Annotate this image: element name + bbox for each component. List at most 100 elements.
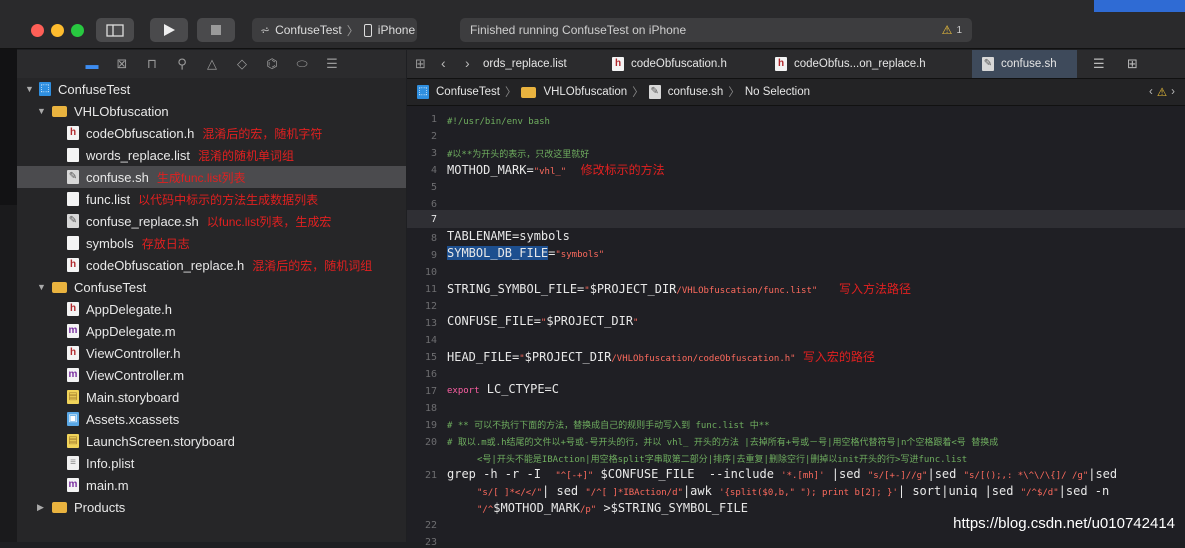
tag-icon[interactable]: ⬭ <box>287 56 317 72</box>
disclosure-open-icon[interactable]: ▼ <box>37 282 46 292</box>
stop-button[interactable] <box>197 18 235 42</box>
chevron-right-icon[interactable]: › <box>1171 86 1175 98</box>
zoom-window-button[interactable] <box>71 24 84 37</box>
folder-icon <box>52 105 67 117</box>
tree-item-file[interactable]: . func.list 以代码中标示的方法生成数据列表 <box>17 188 406 210</box>
code-line-wrapped: "s/[ ]*</</"| sed "/^[ ]*IBAction/d"|awk… <box>477 484 1109 498</box>
close-window-button[interactable] <box>31 24 44 37</box>
code-string: "s/[ ]*</</" <box>477 488 543 498</box>
breadcrumb-item[interactable]: ConfuseTest <box>436 86 500 98</box>
tree-item-group[interactable]: ▶ Products <box>17 496 406 518</box>
tab-label: codeObfuscation.h <box>631 58 727 70</box>
diamond-icon[interactable]: ◇ <box>227 56 257 72</box>
forward-icon[interactable]: › <box>465 55 470 71</box>
header-file-icon: h <box>612 57 624 71</box>
plist-icon: ≡ <box>67 456 79 470</box>
tree-item-file[interactable]: . words_replace.list 混淆的随机单词组 <box>17 144 406 166</box>
grid-icon[interactable]: ⊞ <box>415 56 426 72</box>
warning-icon[interactable]: ⚠ <box>942 23 953 37</box>
code-string: '{split($0,b," "); print b[2]; }' <box>719 488 898 498</box>
debug-icon[interactable]: ⌬ <box>257 56 287 72</box>
editor-options-icon[interactable]: ☰ <box>1093 56 1105 72</box>
x-square-icon[interactable]: ⊠ <box>107 56 137 72</box>
line-number: 10 <box>424 267 437 278</box>
tree-item-project[interactable]: ▼ ⬚ ConfuseTest <box>17 78 406 100</box>
tab-words-replace[interactable]: ords_replace.list <box>483 50 588 78</box>
line-number: 12 <box>424 301 437 312</box>
disclosure-open-icon[interactable]: ▼ <box>37 106 46 116</box>
code-string: "/^[ ]*IBAction/d" <box>585 488 683 498</box>
tree-item-file[interactable]: h codeObfuscation_replace.h 混淆后的宏，随机词组 <box>17 254 406 276</box>
tab-code-obfuscation-replace[interactable]: h codeObfus...on_replace.h <box>775 50 945 78</box>
warning-icon[interactable]: ⚠ <box>1157 85 1167 99</box>
list-icon[interactable]: ☰ <box>317 56 347 72</box>
code-keyword: export <box>447 386 480 396</box>
breadcrumb-item[interactable]: No Selection <box>745 86 810 98</box>
code-comment: <号|开头不能是IBAction|用空格split字串取第二部分|排序|去重复|… <box>477 455 968 465</box>
scheme-selector[interactable]: ⩫ ConfuseTest 〉 iPhone <box>252 18 417 42</box>
watermark: https://blog.csdn.net/u010742414 <box>953 515 1175 532</box>
iphone-icon <box>363 23 372 37</box>
run-button[interactable] <box>150 18 188 42</box>
tree-item-file[interactable]: m ViewController.m <box>17 364 406 386</box>
annotation-note: 修改标示的方法 <box>580 163 665 177</box>
toggle-navigator-button[interactable] <box>96 18 134 42</box>
activity-status: Finished running ConfuseTest on iPhone ⚠… <box>460 18 972 42</box>
tab-confuse-sh[interactable]: ✎ confuse.sh <box>972 50 1077 78</box>
code-text: |sed <box>1088 467 1118 481</box>
tree-item-file[interactable]: m main.m <box>17 474 406 496</box>
hierarchy-icon[interactable]: ⊓ <box>137 56 167 72</box>
xcode-project-icon: ⬚ <box>417 85 429 99</box>
implementation-file-icon: m <box>67 478 79 492</box>
tree-item-file[interactable]: ✎ confuse_replace.sh 以func.list列表，生成宏 <box>17 210 406 232</box>
tree-item-group[interactable]: ▼ ConfuseTest <box>17 276 406 298</box>
source-editor[interactable]: 1 2 3 4 5 6 7 8 9 10 11 12 13 14 15 16 1… <box>407 106 1185 548</box>
header-file-icon: h <box>67 258 79 272</box>
tree-item-file[interactable]: h AppDelegate.h <box>17 298 406 320</box>
code-line: # 取以.m或.h结尾的文件以+号或-号开头的行，并以 vhl_ 开头的方法 |… <box>447 434 998 448</box>
window-edge-lower <box>0 205 17 542</box>
tree-item-file[interactable]: m AppDelegate.m <box>17 320 406 342</box>
code-line: #!/usr/bin/env bash <box>447 113 550 127</box>
breadcrumb-item[interactable]: confuse.sh <box>668 86 724 98</box>
tree-item-file[interactable]: ▤ LaunchScreen.storyboard <box>17 430 406 452</box>
code-line-wrapped: <号|开头不能是IBAction|用空格split字串取第二部分|排序|去重复|… <box>477 451 967 465</box>
warning-icon[interactable]: △ <box>197 56 227 72</box>
line-number: 2 <box>430 131 437 142</box>
document-icon: . <box>67 192 79 206</box>
tree-item-file[interactable]: ▣ Assets.xcassets <box>17 408 406 430</box>
device-name: iPhone <box>377 23 416 37</box>
tree-item-file[interactable]: . symbols 存放日志 <box>17 232 406 254</box>
disclosure-open-icon[interactable]: ▼ <box>25 84 34 94</box>
disclosure-closed-icon[interactable]: ▶ <box>37 502 44 513</box>
add-editor-icon[interactable]: ⊞ <box>1127 56 1138 72</box>
back-icon[interactable]: ‹ <box>441 55 446 71</box>
annotation-note: 以func.list列表，生成宏 <box>206 214 332 229</box>
folder-icon[interactable]: ▬ <box>77 57 107 72</box>
chevron-left-icon[interactable]: ‹ <box>1149 86 1153 98</box>
navigator-selector-bar: ▬ ⊠ ⊓ ⚲ △ ◇ ⌬ ⬭ ☰ <box>17 50 406 79</box>
annotation-note: 生成func.list列表 <box>156 170 246 185</box>
header-file-icon: h <box>775 57 787 71</box>
line-number: 15 <box>424 352 437 363</box>
code-text: | sort|uniq |sed <box>897 484 1021 498</box>
current-line-highlight <box>407 210 1185 228</box>
line-number: 20 <box>424 437 437 448</box>
tree-item-file[interactable]: ▤ Main.storyboard <box>17 386 406 408</box>
search-icon[interactable]: ⚲ <box>167 56 197 72</box>
tree-item-file-selected[interactable]: ✎ confuse.sh 生成func.list列表 <box>17 166 406 188</box>
code-string: "s/[+-]//g" <box>867 471 928 481</box>
chevron-right-icon: 〉 <box>504 87 517 99</box>
tab-code-obfuscation[interactable]: h codeObfuscation.h <box>612 50 762 78</box>
code-comment: #!/usr/bin/env bash <box>447 117 550 127</box>
line-number: 23 <box>424 537 437 548</box>
annotation-note: 混淆的随机单词组 <box>198 148 295 163</box>
minimize-window-button[interactable] <box>51 24 64 37</box>
breadcrumb-item[interactable]: VHLObfuscation <box>543 86 627 98</box>
tree-item-label: main.m <box>86 477 129 493</box>
code-string: " <box>633 318 639 328</box>
tree-item-file[interactable]: h ViewController.h <box>17 342 406 364</box>
tree-item-file[interactable]: ≡ Info.plist <box>17 452 406 474</box>
tree-item-group[interactable]: ▼ VHLObfuscation <box>17 100 406 122</box>
tree-item-file[interactable]: h codeObfuscation.h 混淆后的宏，随机字符 <box>17 122 406 144</box>
